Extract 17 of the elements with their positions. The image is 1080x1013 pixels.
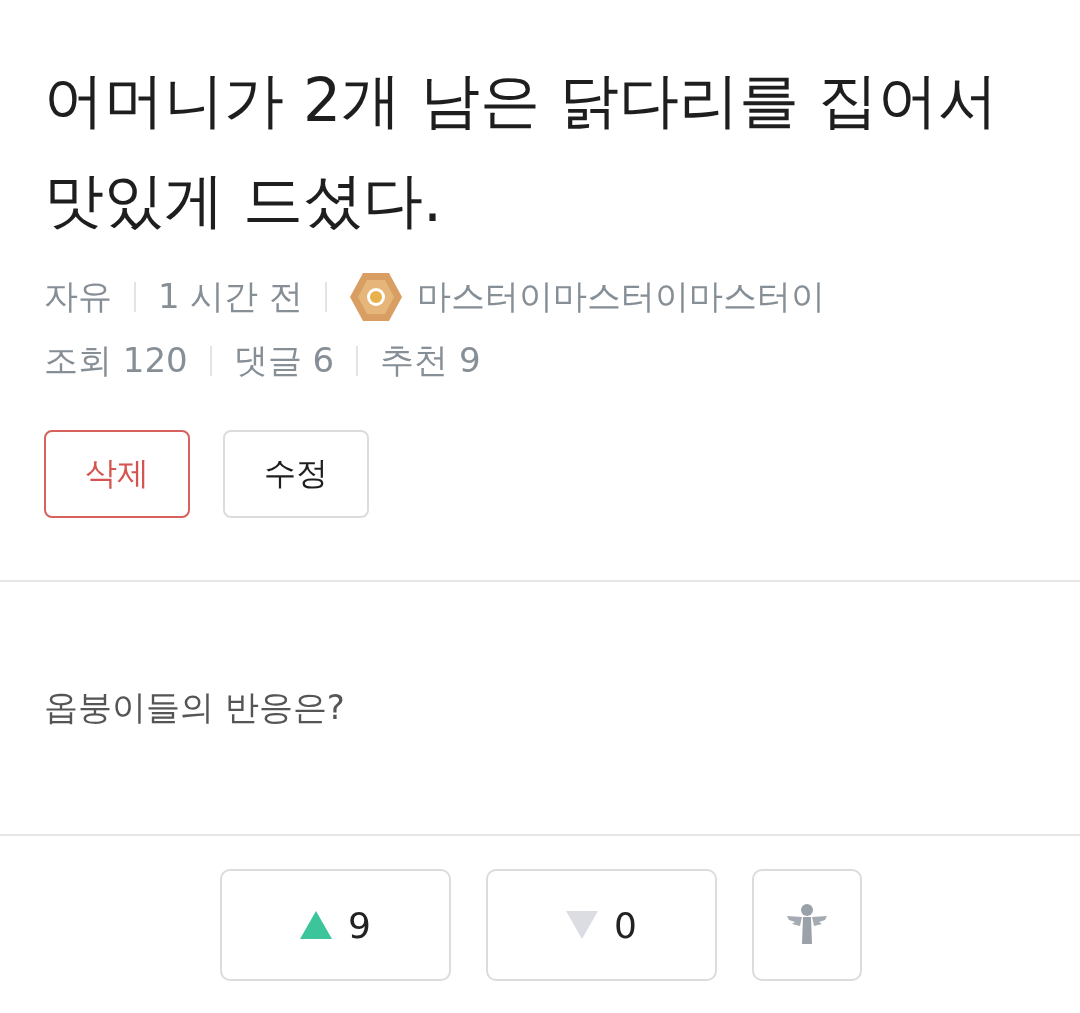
downvote-button[interactable]: 0 — [486, 869, 717, 981]
post-time: 1 시간 전 — [158, 275, 304, 318]
post-body: 옵붕이들의 반응은? — [44, 686, 345, 729]
post-stat: 추천 9 — [380, 339, 481, 382]
upvote-button[interactable]: 9 — [220, 869, 451, 981]
category-label: 자유 — [44, 275, 112, 318]
down-triangle-icon — [566, 911, 599, 939]
author-name: 마스터이마스터이마스터이 — [417, 275, 826, 318]
badge-icon — [349, 272, 404, 322]
edit-button[interactable]: 수정 — [223, 430, 369, 518]
post-stat: 댓글 6 — [233, 339, 335, 382]
post-stat: 조회 120 — [44, 339, 188, 382]
angel-button[interactable] — [752, 869, 862, 981]
angel-icon — [786, 904, 828, 946]
post-title: 어머니가 2개 남은 닭다리를 집어서 맛있게 드셨다. — [44, 64, 1000, 237]
up-triangle-icon — [300, 911, 333, 939]
delete-button[interactable]: 삭제 — [44, 430, 190, 518]
